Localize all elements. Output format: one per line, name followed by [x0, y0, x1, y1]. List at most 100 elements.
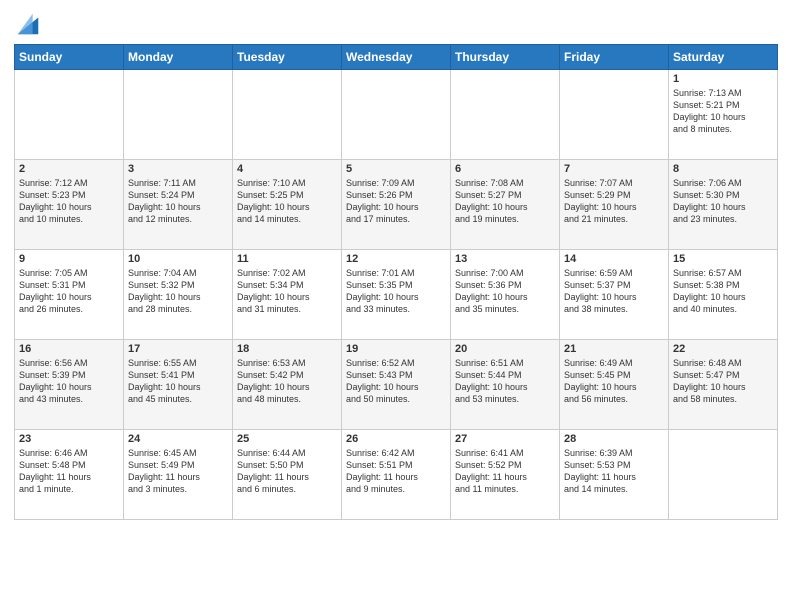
calendar-cell: 25Sunrise: 6:44 AM Sunset: 5:50 PM Dayli… [233, 430, 342, 520]
calendar-cell [15, 70, 124, 160]
calendar-cell: 28 Sunrise: 6:39 AM Sunset: 5:53 PM Dayli… [560, 430, 669, 520]
calendar-cell: 13 Sunrise: 7:00 AM Sunset: 5:36 PM Dayli… [451, 250, 560, 340]
calendar: SundayMondayTuesdayWednesdayThursdayFrid… [14, 44, 778, 520]
day-detail: Sunrise: 6:53 AM Sunset: 5:42 PM Dayligh… [237, 357, 337, 406]
calendar-cell: 2 Sunrise: 7:12 AM Sunset: 5:23 PM Daylig… [15, 160, 124, 250]
calendar-cell: 22Sunrise: 6:48 AM Sunset: 5:47 PM Dayli… [669, 340, 778, 430]
calendar-cell [233, 70, 342, 160]
calendar-week-row: 9 Sunrise: 7:05 AM Sunset: 5:31 PM Daylig… [15, 250, 778, 340]
day-number: 21 [564, 343, 664, 355]
day-number: 12 [346, 253, 446, 265]
day-detail: Sunrise: 7:00 AM Sunset: 5:36 PM Dayligh… [455, 267, 555, 316]
day-detail: Sunrise: 6:48 AM Sunset: 5:47 PM Dayligh… [673, 357, 773, 406]
day-number: 13 [455, 253, 555, 265]
calendar-cell: 7 Sunrise: 7:07 AM Sunset: 5:29 PM Daylig… [560, 160, 669, 250]
logo [14, 10, 44, 38]
calendar-cell: 6Sunrise: 7:08 AM Sunset: 5:27 PM Daylig… [451, 160, 560, 250]
day-number: 9 [19, 253, 119, 265]
day-number: 11 [237, 253, 337, 265]
calendar-cell: 26 Sunrise: 6:42 AM Sunset: 5:51 PM Dayli… [342, 430, 451, 520]
day-number: 20 [455, 343, 555, 355]
calendar-cell: 17Sunrise: 6:55 AM Sunset: 5:41 PM Dayli… [124, 340, 233, 430]
calendar-cell: 1 Sunrise: 7:13 AM Sunset: 5:21 PM Daylig… [669, 70, 778, 160]
day-detail: Sunrise: 7:13 AM Sunset: 5:21 PM Dayligh… [673, 87, 773, 136]
calendar-cell: 27Sunrise: 6:41 AM Sunset: 5:52 PM Dayli… [451, 430, 560, 520]
day-detail: Sunrise: 7:10 AM Sunset: 5:25 PM Dayligh… [237, 177, 337, 226]
day-number: 24 [128, 433, 228, 445]
calendar-cell [451, 70, 560, 160]
day-detail: Sunrise: 7:08 AM Sunset: 5:27 PM Dayligh… [455, 177, 555, 226]
day-detail: Sunrise: 7:02 AM Sunset: 5:34 PM Dayligh… [237, 267, 337, 316]
logo-icon [14, 10, 42, 38]
calendar-day-header: Saturday [669, 45, 778, 70]
calendar-day-header: Tuesday [233, 45, 342, 70]
calendar-cell: 11 Sunrise: 7:02 AM Sunset: 5:34 PM Dayli… [233, 250, 342, 340]
calendar-week-row: 2 Sunrise: 7:12 AM Sunset: 5:23 PM Daylig… [15, 160, 778, 250]
calendar-cell [560, 70, 669, 160]
day-number: 14 [564, 253, 664, 265]
day-detail: Sunrise: 6:41 AM Sunset: 5:52 PM Dayligh… [455, 447, 555, 496]
day-number: 28 [564, 433, 664, 445]
day-detail: Sunrise: 7:05 AM Sunset: 5:31 PM Dayligh… [19, 267, 119, 316]
day-number: 19 [346, 343, 446, 355]
calendar-cell: 8Sunrise: 7:06 AM Sunset: 5:30 PM Daylig… [669, 160, 778, 250]
day-number: 18 [237, 343, 337, 355]
day-detail: Sunrise: 6:51 AM Sunset: 5:44 PM Dayligh… [455, 357, 555, 406]
calendar-cell: 3 Sunrise: 7:11 AM Sunset: 5:24 PM Daylig… [124, 160, 233, 250]
calendar-cell: 21 Sunrise: 6:49 AM Sunset: 5:45 PM Dayli… [560, 340, 669, 430]
calendar-cell: 10 Sunrise: 7:04 AM Sunset: 5:32 PM Dayli… [124, 250, 233, 340]
day-detail: Sunrise: 6:39 AM Sunset: 5:53 PM Dayligh… [564, 447, 664, 496]
day-number: 26 [346, 433, 446, 445]
calendar-week-row: 23 Sunrise: 6:46 AM Sunset: 5:48 PM Dayli… [15, 430, 778, 520]
calendar-day-header: Thursday [451, 45, 560, 70]
day-detail: Sunrise: 7:04 AM Sunset: 5:32 PM Dayligh… [128, 267, 228, 316]
day-detail: Sunrise: 6:46 AM Sunset: 5:48 PM Dayligh… [19, 447, 119, 496]
calendar-cell: 19 Sunrise: 6:52 AM Sunset: 5:43 PM Dayli… [342, 340, 451, 430]
calendar-cell [342, 70, 451, 160]
calendar-week-row: 16 Sunrise: 6:56 AM Sunset: 5:39 PM Dayli… [15, 340, 778, 430]
calendar-cell: 23 Sunrise: 6:46 AM Sunset: 5:48 PM Dayli… [15, 430, 124, 520]
day-detail: Sunrise: 6:42 AM Sunset: 5:51 PM Dayligh… [346, 447, 446, 496]
day-detail: Sunrise: 7:06 AM Sunset: 5:30 PM Dayligh… [673, 177, 773, 226]
calendar-cell: 20 Sunrise: 6:51 AM Sunset: 5:44 PM Dayli… [451, 340, 560, 430]
day-detail: Sunrise: 7:01 AM Sunset: 5:35 PM Dayligh… [346, 267, 446, 316]
day-number: 17 [128, 343, 228, 355]
day-number: 3 [128, 163, 228, 175]
calendar-cell: 15 Sunrise: 6:57 AM Sunset: 5:38 PM Dayli… [669, 250, 778, 340]
calendar-cell: 9 Sunrise: 7:05 AM Sunset: 5:31 PM Daylig… [15, 250, 124, 340]
day-detail: Sunrise: 7:12 AM Sunset: 5:23 PM Dayligh… [19, 177, 119, 226]
day-detail: Sunrise: 6:57 AM Sunset: 5:38 PM Dayligh… [673, 267, 773, 316]
day-number: 16 [19, 343, 119, 355]
day-detail: Sunrise: 7:07 AM Sunset: 5:29 PM Dayligh… [564, 177, 664, 226]
day-number: 1 [673, 73, 773, 85]
page: SundayMondayTuesdayWednesdayThursdayFrid… [0, 0, 792, 528]
day-detail: Sunrise: 6:45 AM Sunset: 5:49 PM Dayligh… [128, 447, 228, 496]
day-number: 2 [19, 163, 119, 175]
calendar-week-row: 1 Sunrise: 7:13 AM Sunset: 5:21 PM Daylig… [15, 70, 778, 160]
day-detail: Sunrise: 6:52 AM Sunset: 5:43 PM Dayligh… [346, 357, 446, 406]
header [14, 10, 778, 38]
day-detail: Sunrise: 7:09 AM Sunset: 5:26 PM Dayligh… [346, 177, 446, 226]
calendar-day-header: Friday [560, 45, 669, 70]
day-number: 23 [19, 433, 119, 445]
day-detail: Sunrise: 6:56 AM Sunset: 5:39 PM Dayligh… [19, 357, 119, 406]
calendar-header-row: SundayMondayTuesdayWednesdayThursdayFrid… [15, 45, 778, 70]
calendar-cell [124, 70, 233, 160]
calendar-day-header: Monday [124, 45, 233, 70]
day-detail: Sunrise: 6:59 AM Sunset: 5:37 PM Dayligh… [564, 267, 664, 316]
day-number: 25 [237, 433, 337, 445]
calendar-day-header: Sunday [15, 45, 124, 70]
day-detail: Sunrise: 7:11 AM Sunset: 5:24 PM Dayligh… [128, 177, 228, 226]
day-number: 4 [237, 163, 337, 175]
day-number: 7 [564, 163, 664, 175]
calendar-cell: 16 Sunrise: 6:56 AM Sunset: 5:39 PM Dayli… [15, 340, 124, 430]
day-detail: Sunrise: 6:49 AM Sunset: 5:45 PM Dayligh… [564, 357, 664, 406]
day-number: 10 [128, 253, 228, 265]
calendar-cell: 18 Sunrise: 6:53 AM Sunset: 5:42 PM Dayli… [233, 340, 342, 430]
calendar-cell: 4 Sunrise: 7:10 AM Sunset: 5:25 PM Daylig… [233, 160, 342, 250]
calendar-day-header: Wednesday [342, 45, 451, 70]
calendar-cell: 12 Sunrise: 7:01 AM Sunset: 5:35 PM Dayli… [342, 250, 451, 340]
day-number: 15 [673, 253, 773, 265]
calendar-cell: 5Sunrise: 7:09 AM Sunset: 5:26 PM Daylig… [342, 160, 451, 250]
calendar-cell [669, 430, 778, 520]
